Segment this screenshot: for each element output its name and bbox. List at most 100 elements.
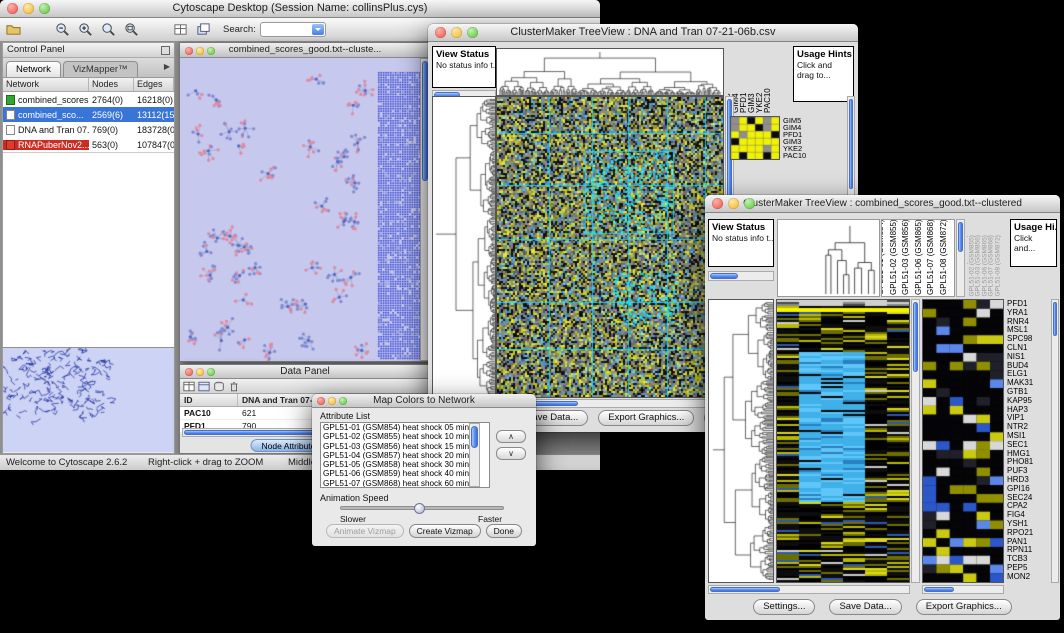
zoom-button[interactable] xyxy=(39,3,50,14)
attribute-list-item[interactable]: GPL51-07 (GSM868) heat shock 60 min xyxy=(321,479,489,488)
close-button[interactable] xyxy=(435,27,446,38)
attribute-list-item[interactable]: GPL51-03 (GSM856) heat shock 15 min xyxy=(321,442,489,451)
minimize-button[interactable] xyxy=(196,368,204,376)
export-graphics-button[interactable]: Export Graphics... xyxy=(916,599,1012,615)
zoom-button[interactable] xyxy=(207,368,215,376)
open-session-button[interactable] xyxy=(3,20,23,40)
toolbar-extra-button-2[interactable] xyxy=(193,20,213,40)
zoom-button[interactable] xyxy=(339,397,347,405)
column-label[interactable]: GPL51-01 (GSM854) xyxy=(881,219,885,295)
select-attributes-icon[interactable] xyxy=(198,381,210,392)
float-panel-icon[interactable] xyxy=(161,46,170,55)
move-up-button[interactable]: ∧ xyxy=(496,430,526,443)
close-button[interactable] xyxy=(185,47,193,55)
heatmap-vscroll[interactable] xyxy=(911,299,920,583)
gene-label[interactable]: PUF3 xyxy=(1007,467,1051,476)
gene-label[interactable]: YRA1 xyxy=(1007,309,1051,318)
tab-vizmapper[interactable]: VizMapper™ xyxy=(63,61,138,77)
gene-label[interactable]: PEP5 xyxy=(1007,564,1051,573)
gene-label[interactable]: HRD3 xyxy=(1007,476,1051,485)
network-table-row[interactable]: combined_scores2764(0)16218(0) xyxy=(3,92,174,107)
table-icon[interactable] xyxy=(183,381,195,392)
gene-label[interactable]: MAK31 xyxy=(1007,379,1051,388)
main-titlebar[interactable]: Cytoscape Desktop (Session Name: collins… xyxy=(0,0,600,18)
attribute-list-item[interactable]: GPL51-01 (GSM854) heat shock 05 min xyxy=(321,423,489,432)
toolbar-extra-button-1[interactable] xyxy=(170,20,190,40)
column-label[interactable]: PAC10 xyxy=(764,88,772,113)
column-dendrogram-canvas[interactable] xyxy=(778,220,879,296)
zoom-out-button[interactable] xyxy=(52,20,72,40)
treeview-combined-titlebar[interactable]: ClusterMaker TreeView : combined_scores_… xyxy=(705,195,1060,213)
speed-slider-track[interactable] xyxy=(340,506,504,510)
network-view-titlebar[interactable]: combined_scores_good.txt--cluste... xyxy=(180,43,430,58)
export-graphics-button[interactable]: Export Graphics... xyxy=(598,410,694,426)
done-button[interactable]: Done xyxy=(486,524,522,538)
zoom-button[interactable] xyxy=(744,198,755,209)
gene-label[interactable]: TCB3 xyxy=(1007,555,1051,564)
gene-label[interactable]: MSI1 xyxy=(1007,432,1051,441)
column-labels-vscroll[interactable] xyxy=(956,219,965,297)
speed-slider-thumb[interactable] xyxy=(414,503,425,514)
close-button[interactable] xyxy=(7,3,18,14)
zoom-button[interactable] xyxy=(467,27,478,38)
create-vizmap-button[interactable]: Create Vizmap xyxy=(409,524,481,538)
view-status-hscroll[interactable] xyxy=(708,271,774,281)
network-table-row[interactable]: RNAPuberNov2...563(0)107847(0) xyxy=(3,137,174,152)
header-network[interactable]: Network xyxy=(3,78,89,91)
heatmap-canvas[interactable] xyxy=(497,97,723,397)
minimize-button[interactable] xyxy=(451,27,462,38)
gene-label[interactable]: MON2 xyxy=(1007,573,1051,582)
gene-label[interactable]: MSL1 xyxy=(1007,326,1051,335)
network-table-row[interactable]: DNA and Tran 07...769(0)183728(0) xyxy=(3,122,174,137)
gene-label[interactable]: CLN1 xyxy=(1007,344,1051,353)
gene-label[interactable]: FIG4 xyxy=(1007,511,1051,520)
zoom-heatmap-canvas[interactable] xyxy=(923,300,1003,582)
animate-vizmap-button[interactable]: Animate Vizmap xyxy=(326,524,404,538)
combo-arrow-icon[interactable] xyxy=(312,24,324,35)
close-button[interactable] xyxy=(317,397,325,405)
gene-label[interactable]: PFD1 xyxy=(1007,300,1051,309)
network-table-row[interactable]: combined_sco...2569(6)13112(15) xyxy=(3,107,174,122)
gene-label[interactable]: KAP95 xyxy=(1007,397,1051,406)
gene-label[interactable]: GPI16 xyxy=(1007,485,1051,494)
row-label[interactable]: PAC10 xyxy=(783,152,806,159)
header-edges[interactable]: Edges xyxy=(134,78,174,91)
column-label[interactable]: GPL51-07 (GSM868) xyxy=(927,219,935,295)
close-button[interactable] xyxy=(185,368,193,376)
gene-label[interactable]: GTB1 xyxy=(1007,388,1051,397)
settings-button[interactable]: Settings... xyxy=(753,599,815,615)
column-dendrogram-canvas[interactable] xyxy=(497,49,723,95)
column-label[interactable]: GPL51-06 (GSM865) xyxy=(915,219,923,295)
minimize-button[interactable] xyxy=(728,198,739,209)
close-button[interactable] xyxy=(712,198,723,209)
row-dendrogram-canvas[interactable] xyxy=(433,97,495,397)
zoom-reset-button[interactable] xyxy=(98,20,118,40)
gene-label[interactable]: NIS1 xyxy=(1007,353,1051,362)
column-label[interactable]: GPL51-08 (GSM872) xyxy=(940,219,948,295)
tab-network[interactable]: Network xyxy=(6,61,61,77)
column-label[interactable]: GPL51-03 (GSM856) xyxy=(902,219,910,295)
gene-label[interactable]: ELG1 xyxy=(1007,370,1051,379)
gene-label[interactable]: RPN11 xyxy=(1007,546,1051,555)
minimize-button[interactable] xyxy=(196,47,204,55)
zoom-column-label[interactable]: GPL51-08 (GSM872) xyxy=(995,235,1002,296)
tab-overflow-arrow[interactable]: ▶ xyxy=(164,62,170,71)
gene-label[interactable]: SPC98 xyxy=(1007,335,1051,344)
treeview-dna-titlebar[interactable]: ClusterMaker TreeView : DNA and Tran 07-… xyxy=(428,24,858,42)
attribute-list-scrollbar[interactable] xyxy=(469,423,480,487)
gene-label[interactable]: SEC24 xyxy=(1007,494,1051,503)
minimize-button[interactable] xyxy=(23,3,34,14)
attribute-list-item[interactable]: GPL51-04 (GSM857) heat shock 20 min xyxy=(321,451,489,460)
header-nodes[interactable]: Nodes xyxy=(89,78,134,91)
zoom-heatmap-canvas[interactable] xyxy=(731,117,779,159)
network-overview-canvas[interactable] xyxy=(3,348,174,452)
trash-icon[interactable] xyxy=(228,381,240,392)
gene-label[interactable]: CPA2 xyxy=(1007,502,1051,511)
zoom-fit-button[interactable] xyxy=(121,20,141,40)
gene-label[interactable]: HMG1 xyxy=(1007,450,1051,459)
gene-label[interactable]: RNR4 xyxy=(1007,318,1051,327)
gene-label[interactable]: RPO21 xyxy=(1007,529,1051,538)
save-data-button[interactable]: Save Data... xyxy=(829,599,901,615)
search-input[interactable] xyxy=(263,23,309,36)
zoom-hscroll[interactable] xyxy=(922,585,1004,594)
